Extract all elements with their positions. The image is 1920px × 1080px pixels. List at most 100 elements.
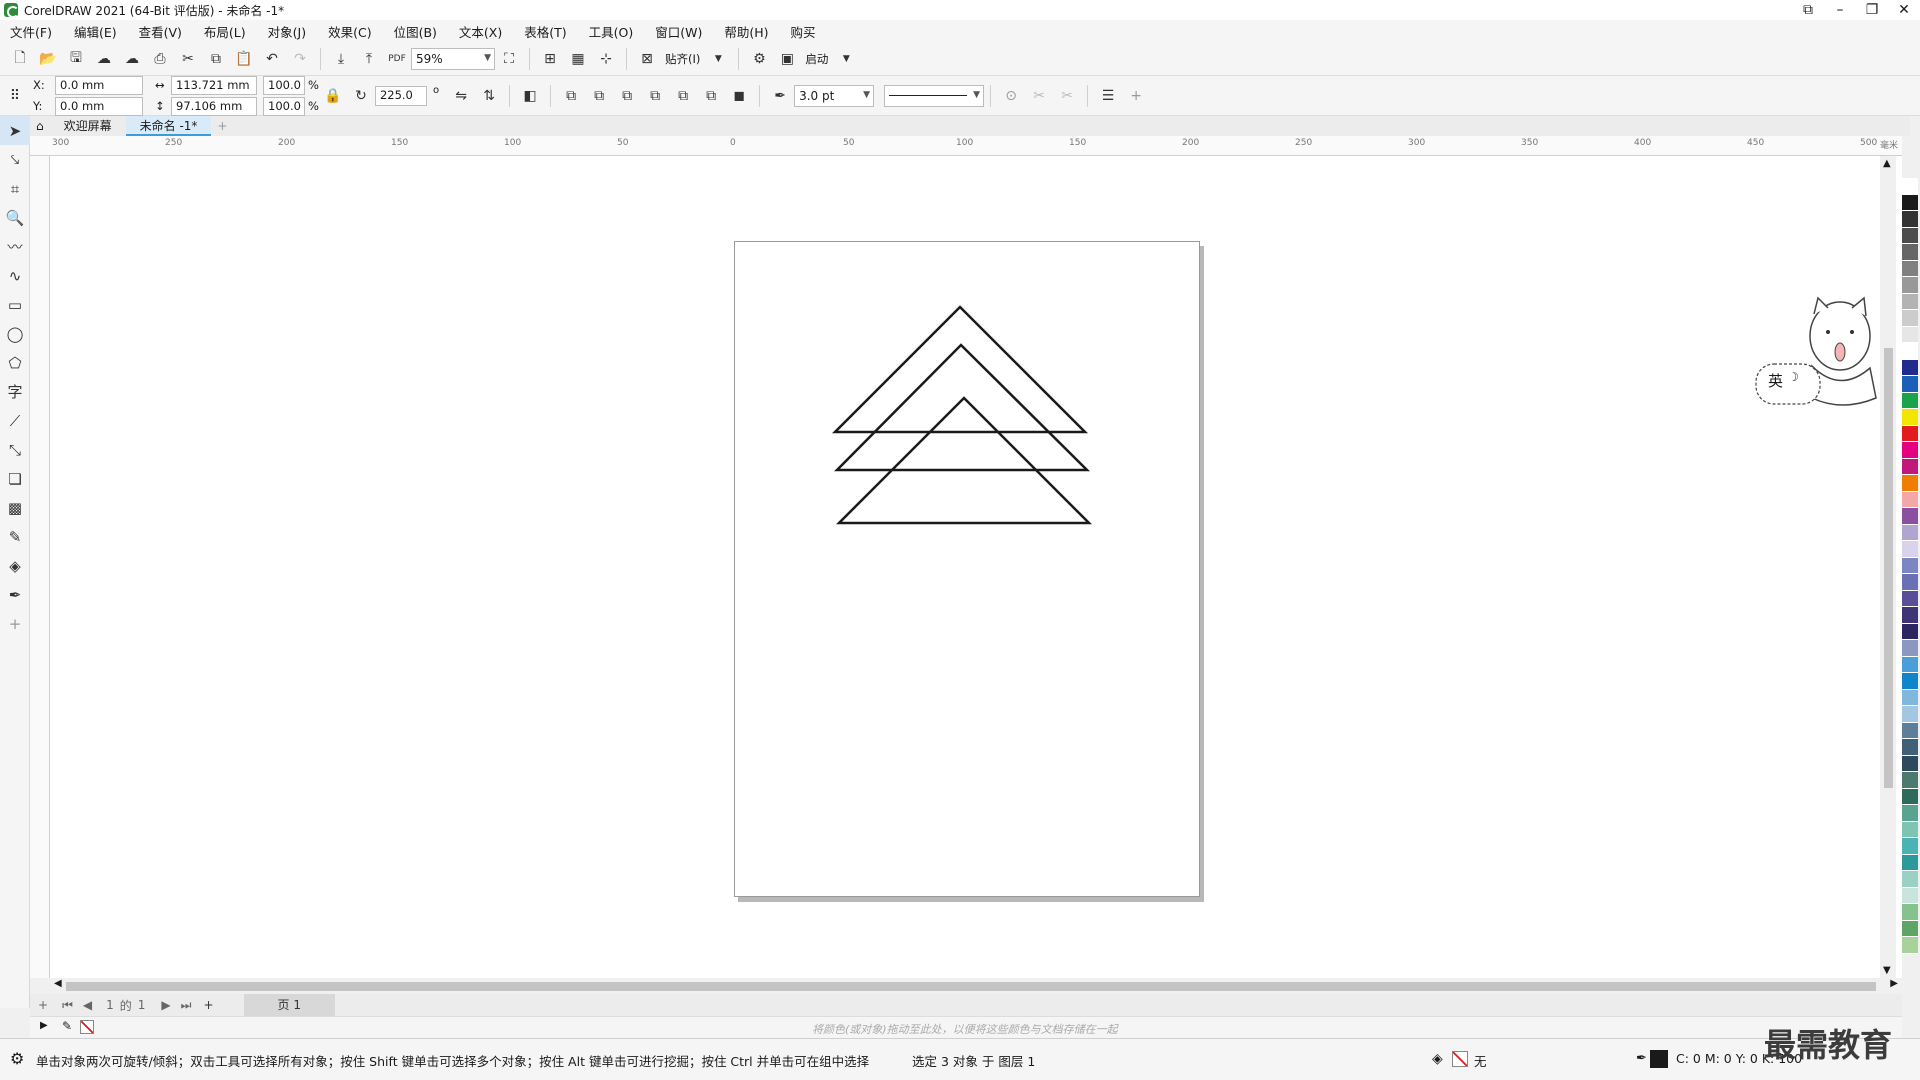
break-apart-icon[interactable]: ✂ <box>1028 85 1050 107</box>
palette-swatch[interactable] <box>1902 277 1918 294</box>
shape-tool-icon[interactable]: ⤥ <box>0 145 30 174</box>
palette-swatch[interactable] <box>1902 244 1918 261</box>
palette-swatch[interactable] <box>1902 706 1918 723</box>
palette-swatch[interactable] <box>1902 557 1918 574</box>
vertical-scroll-thumb[interactable] <box>1884 348 1893 788</box>
palette-swatch[interactable] <box>1902 293 1918 310</box>
import-icon[interactable]: ⤓ <box>330 48 352 70</box>
horizontal-scroll-thumb[interactable] <box>66 982 1876 991</box>
rotation-angle-input[interactable]: 225.0 <box>374 85 427 106</box>
chevron-down-icon[interactable]: ▼ <box>707 48 729 70</box>
palette-swatch[interactable] <box>1902 409 1918 426</box>
menu-window[interactable]: 窗口(W) <box>655 22 702 41</box>
menu-effects[interactable]: 效果(C) <box>328 22 371 41</box>
palette-swatch[interactable] <box>1902 821 1918 838</box>
snap-off-icon[interactable]: ⊠ <box>636 48 658 70</box>
menu-file[interactable]: 文件(F) <box>10 22 52 41</box>
close-button[interactable]: ✕ <box>1888 0 1920 20</box>
scroll-up-icon[interactable]: ▲ <box>1883 158 1891 169</box>
palette-swatch[interactable] <box>1902 227 1918 244</box>
width-input[interactable]: 113.721 mm <box>171 75 257 95</box>
drawing-page[interactable] <box>734 241 1200 897</box>
triangle-top[interactable] <box>831 305 1089 434</box>
outline-pen-icon[interactable]: ✒ <box>1636 1051 1647 1066</box>
show-grid-icon[interactable]: ▦ <box>567 48 589 70</box>
first-page-icon[interactable]: ⏮ <box>62 998 73 1013</box>
palette-swatch[interactable] <box>1902 194 1918 211</box>
palette-swatch[interactable] <box>1902 458 1918 475</box>
palette-swatch[interactable] <box>1902 376 1918 393</box>
triangles-drawing[interactable] <box>735 242 1201 898</box>
horizontal-ruler[interactable]: 300 250 200 150 100 50 0 50 100 150 200 250 300 350 40… <box>30 136 1902 156</box>
show-rulers-icon[interactable]: ⊞ <box>539 48 561 70</box>
ime-mascot[interactable]: 英 ☽ <box>1752 294 1892 414</box>
trim-icon[interactable]: ⧉ <box>588 85 610 107</box>
palette-swatch[interactable] <box>1902 178 1918 195</box>
convert-to-curves-icon[interactable]: ⊙ <box>1000 85 1022 107</box>
open-folder-icon[interactable]: 📂 <box>37 48 59 70</box>
lock-ratio-icon[interactable]: 🔒 <box>322 85 344 107</box>
crop-tool-icon[interactable]: ⌗ <box>0 174 30 203</box>
palette-swatch[interactable] <box>1902 310 1918 327</box>
palette-swatch[interactable] <box>1902 343 1918 360</box>
palette-swatch[interactable] <box>1902 656 1918 673</box>
new-document-icon[interactable]: 🗋 <box>9 48 31 70</box>
pick-tool-icon[interactable]: ➤ <box>0 116 30 145</box>
add-tool-icon[interactable]: + <box>0 609 30 638</box>
cloud-download-icon[interactable]: ☁ <box>93 48 115 70</box>
export-icon[interactable]: ⤒ <box>358 48 380 70</box>
palette-swatch[interactable] <box>1902 772 1918 789</box>
triangle-middle[interactable] <box>833 343 1091 472</box>
ungroup-icon[interactable]: ✂ <box>1056 85 1078 107</box>
menu-view[interactable]: 查看(V) <box>139 22 182 41</box>
palette-swatch[interactable] <box>1902 475 1918 492</box>
add-tool-icon[interactable]: + <box>1125 85 1147 107</box>
chevron-down-icon[interactable]: ▼ <box>835 48 857 70</box>
copy-icon[interactable]: ⧉ <box>205 48 227 70</box>
triangle-bottom[interactable] <box>835 396 1093 525</box>
freehand-tool-icon[interactable]: 〰 <box>0 232 30 261</box>
redo-icon[interactable]: ↷ <box>289 48 311 70</box>
settings-gear-icon[interactable]: ⚙ <box>10 1049 24 1068</box>
horizontal-scrollbar[interactable]: ◀ ▶ <box>50 978 1902 994</box>
palette-swatch[interactable] <box>1902 838 1918 855</box>
intersect-icon[interactable]: ⧉ <box>616 85 638 107</box>
palette-swatch[interactable] <box>1902 491 1918 508</box>
palette-swatch[interactable] <box>1902 392 1918 409</box>
palette-swatch[interactable] <box>1902 904 1918 921</box>
interactive-fill-icon[interactable]: ◈ <box>0 551 30 580</box>
menu-text[interactable]: 文本(X) <box>459 22 502 41</box>
ellipse-tool-icon[interactable]: ◯ <box>0 319 30 348</box>
palette-swatch[interactable] <box>1902 854 1918 871</box>
palette-swatch[interactable] <box>1902 937 1918 954</box>
palette-swatch[interactable] <box>1902 887 1918 904</box>
palette-swatch[interactable] <box>1902 739 1918 756</box>
palette-swatch[interactable] <box>1902 673 1918 690</box>
options-gear-icon[interactable]: ⚙ <box>748 48 770 70</box>
text-tool-icon[interactable]: 字 <box>0 377 30 406</box>
mirror-vertical-icon[interactable]: ⇅ <box>478 85 500 107</box>
zoom-level-dropdown[interactable]: 59% ▼ <box>411 47 495 70</box>
palette-swatch[interactable] <box>1902 722 1918 739</box>
fill-icon[interactable]: ◈ <box>1432 1051 1443 1067</box>
palette-swatch[interactable] <box>1902 442 1918 459</box>
undo-icon[interactable]: ↶ <box>261 48 283 70</box>
artistic-media-icon[interactable]: ∿ <box>0 261 30 290</box>
palette-swatch[interactable] <box>1902 541 1918 558</box>
save-icon[interactable]: 🖫 <box>65 48 87 70</box>
palette-swatch[interactable] <box>1902 260 1918 277</box>
paste-icon[interactable]: 📋 <box>233 48 255 70</box>
menu-tools[interactable]: 工具(O) <box>589 22 634 41</box>
palette-swatch[interactable] <box>1902 755 1918 772</box>
scroll-right-icon[interactable]: ▶ <box>1890 978 1898 989</box>
scroll-down-icon[interactable]: ▼ <box>1883 965 1891 976</box>
palette-swatch[interactable] <box>1902 640 1918 657</box>
print-icon[interactable]: ⎙ <box>149 48 171 70</box>
create-boundary-icon[interactable]: ◼ <box>728 85 750 107</box>
add-page-before-icon[interactable]: + <box>38 998 48 1012</box>
new-tab-button[interactable]: + <box>211 116 233 136</box>
snap-to-menu[interactable]: 贴齐(I) <box>665 51 700 67</box>
polygon-tool-icon[interactable]: ⬠ <box>0 348 30 377</box>
menu-layout[interactable]: 布局(L) <box>204 22 246 41</box>
menu-edit[interactable]: 编辑(E) <box>74 22 117 41</box>
